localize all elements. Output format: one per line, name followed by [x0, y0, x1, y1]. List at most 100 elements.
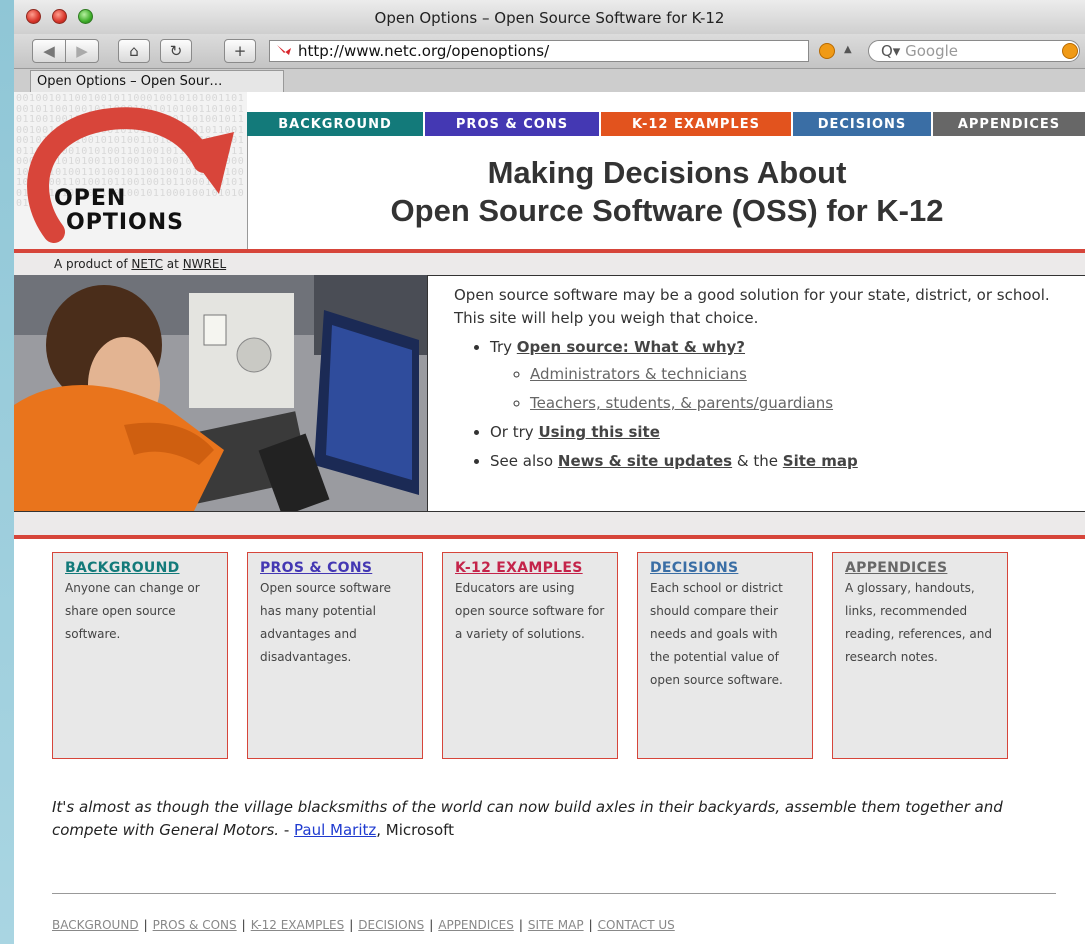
page-title: Making Decisions About Open Source Softw…: [248, 154, 1085, 230]
divider-red-2: [14, 535, 1085, 539]
browser-tab[interactable]: Open Options – Open Sour…: [30, 70, 284, 93]
footer-contact-us-link[interactable]: CONTACT US: [598, 918, 675, 932]
home-icon: ⌂: [129, 42, 139, 60]
list-item: Or try Using this site: [490, 421, 1085, 444]
footer-separator: |: [518, 918, 523, 932]
search-go-icon[interactable]: [1062, 43, 1078, 59]
site-map-link[interactable]: Site map: [783, 452, 858, 470]
forward-arrow-icon: ▶: [76, 42, 88, 60]
card-pros-cons: PROS & CONS Open source software has man…: [247, 552, 423, 759]
see-also-prefix: See also: [490, 452, 554, 470]
card-decisions-desc: Each school or district should compare t…: [650, 581, 783, 687]
nwrel-link[interactable]: NWREL: [183, 257, 226, 271]
list-item: See also News & site updates & the Site …: [490, 450, 1085, 473]
list-item: Try Open source: What & why? Administrat…: [490, 336, 1085, 415]
nav-pros-cons-label: PROS & CONS: [455, 116, 569, 132]
footer-background-link[interactable]: BACKGROUND: [52, 918, 139, 932]
card-appendices-desc: A glossary, handouts, links, recommended…: [845, 581, 992, 664]
title-bar: Open Options – Open Source Software for …: [14, 0, 1085, 35]
or-try-prefix: Or try: [490, 423, 534, 441]
site-logo[interactable]: 0010010110010010110001001010100110100101…: [14, 92, 247, 249]
nav-appendices[interactable]: APPENDICES: [933, 112, 1085, 136]
quote-block: It's almost as though the village blacks…: [52, 796, 1052, 842]
administrators-link[interactable]: Administrators & technicians: [530, 365, 747, 383]
audience-sub-list: Administrators & technicians Teachers, s…: [490, 363, 1085, 415]
list-item: Administrators & technicians: [530, 363, 1085, 386]
footer-separator: |: [429, 918, 434, 932]
nav-decisions-label: DECISIONS: [817, 116, 907, 132]
logo-word-options: OPTIONS: [66, 210, 184, 235]
add-bookmark-button[interactable]: +: [224, 39, 256, 63]
card-decisions: DECISIONS Each school or district should…: [637, 552, 813, 759]
card-k12-examples-desc: Educators are using open source software…: [455, 581, 605, 641]
quote-author-link[interactable]: Paul Maritz: [294, 821, 376, 839]
reload-button[interactable]: ↻: [160, 39, 192, 63]
web-page: 0010010110010010110001001010100110100101…: [14, 92, 1085, 944]
card-appendices-title[interactable]: APPENDICES: [845, 560, 947, 576]
footer-pros-cons-link[interactable]: PROS & CONS: [153, 918, 237, 932]
intro-link-list: Try Open source: What & why? Administrat…: [454, 336, 1085, 473]
card-k12-examples-title[interactable]: K-12 EXAMPLES: [455, 560, 583, 576]
search-input[interactable]: Q▾ Google: [868, 40, 1080, 62]
see-also-middle: & the: [736, 452, 778, 470]
forward-button[interactable]: ▶: [65, 39, 99, 63]
nav-decisions[interactable]: DECISIONS: [793, 112, 933, 136]
card-decisions-title[interactable]: DECISIONS: [650, 560, 738, 576]
footer-k12-examples-link[interactable]: K-12 EXAMPLES: [251, 918, 345, 932]
credit-prefix: A product of: [54, 257, 128, 271]
browser-toolbar: ◀ ▶ ⌂ ↻ + http://www.netc.org/openoption…: [14, 34, 1085, 69]
footer-appendices-link[interactable]: APPENDICES: [438, 918, 514, 932]
intro-panel: Open source software may be a good solut…: [427, 275, 1085, 511]
back-button[interactable]: ◀: [32, 39, 66, 63]
footer-separator: |: [241, 918, 246, 932]
nav-background[interactable]: BACKGROUND: [247, 112, 425, 136]
search-placeholder: Google: [905, 42, 959, 60]
quote-text: It's almost as though the village blacks…: [52, 798, 1003, 839]
page-title-line1: Making Decisions About: [487, 155, 847, 190]
url-field[interactable]: http://www.netc.org/openoptions/: [269, 40, 809, 62]
netc-favicon-icon: [277, 45, 291, 55]
card-appendices: APPENDICES A glossary, handouts, links, …: [832, 552, 1008, 759]
search-engine-dropdown-icon[interactable]: ▲: [844, 44, 852, 55]
footer-divider: [52, 893, 1056, 894]
gray-band: [14, 511, 1085, 536]
nav-pros-cons[interactable]: PROS & CONS: [425, 112, 601, 136]
reload-icon: ↻: [169, 42, 183, 60]
quote-org: , Microsoft: [376, 821, 455, 839]
intro-paragraph: Open source software may be a good solut…: [454, 286, 1050, 327]
card-background: BACKGROUND Anyone can change or share op…: [52, 552, 228, 759]
rss-feed-icon[interactable]: [819, 43, 835, 59]
card-background-desc: Anyone can change or share open source s…: [65, 581, 200, 641]
footer-separator: |: [588, 918, 593, 932]
quote-dash: -: [279, 821, 295, 839]
nav-appendices-label: APPENDICES: [957, 116, 1061, 132]
student-computer-photo: [14, 275, 427, 511]
tab-strip: Open Options – Open Sour…: [14, 69, 1085, 94]
window-title: Open Options – Open Source Software for …: [374, 9, 725, 27]
logo-word-open: OPEN: [54, 186, 127, 211]
try-prefix: Try: [490, 338, 513, 356]
card-background-title[interactable]: BACKGROUND: [65, 560, 180, 576]
footer-decisions-link[interactable]: DECISIONS: [358, 918, 424, 932]
nav-k12-examples[interactable]: K-12 EXAMPLES: [601, 112, 793, 136]
netc-link[interactable]: NETC: [131, 257, 163, 271]
photo-illustration: [14, 275, 427, 511]
nav-background-label: BACKGROUND: [278, 116, 392, 132]
card-pros-cons-desc: Open source software has many potential …: [260, 581, 392, 664]
footer-site-map-link[interactable]: SITE MAP: [528, 918, 584, 932]
card-k12-examples: K-12 EXAMPLES Educators are using open s…: [442, 552, 618, 759]
what-why-link[interactable]: Open source: What & why?: [517, 338, 745, 356]
news-updates-link[interactable]: News & site updates: [558, 452, 732, 470]
back-arrow-icon: ◀: [43, 42, 55, 60]
footer-separator: |: [143, 918, 148, 932]
page-title-line2: Open Source Software (OSS) for K-12: [390, 193, 944, 228]
home-button[interactable]: ⌂: [118, 39, 150, 63]
card-pros-cons-title[interactable]: PROS & CONS: [260, 560, 372, 576]
page-banner: Making Decisions About Open Source Softw…: [247, 136, 1085, 249]
nav-k12-examples-label: K-12 EXAMPLES: [632, 116, 760, 132]
list-item: Teachers, students, & parents/guardians: [530, 392, 1085, 415]
teachers-link[interactable]: Teachers, students, & parents/guardians: [530, 394, 833, 412]
url-text: http://www.netc.org/openoptions/: [298, 42, 550, 60]
using-site-link[interactable]: Using this site: [538, 423, 659, 441]
credit-middle: at: [166, 257, 179, 271]
